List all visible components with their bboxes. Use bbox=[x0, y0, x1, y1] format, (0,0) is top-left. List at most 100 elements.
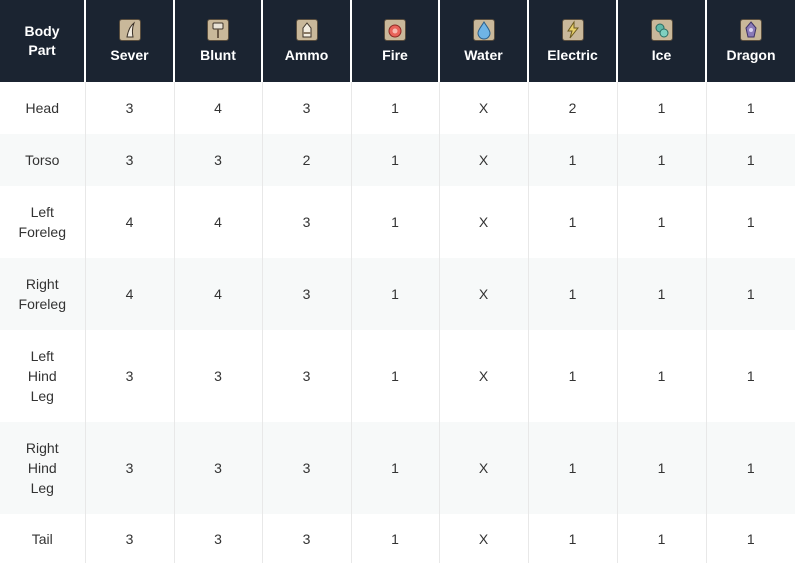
value-cell-ammo: 3 bbox=[262, 514, 352, 563]
column-label-electric: Electric bbox=[547, 47, 598, 63]
value-cell-dragon: 1 bbox=[706, 82, 795, 134]
blunt-icon bbox=[207, 19, 229, 41]
water-icon bbox=[472, 19, 495, 41]
value-cell-dragon: 1 bbox=[706, 422, 795, 514]
body-part-text: Hind bbox=[27, 368, 57, 384]
value-cell-blunt: 4 bbox=[174, 186, 263, 258]
value-cell-blunt: 4 bbox=[174, 82, 263, 134]
body-part-text: Foreleg bbox=[18, 224, 66, 240]
value-cell-ice: 1 bbox=[617, 82, 707, 134]
column-header-water: Water bbox=[439, 0, 529, 82]
value-cell-ammo: 3 bbox=[262, 186, 352, 258]
weakness-table: Body Part Sever Blunt Ammo Fire Water El… bbox=[0, 0, 795, 563]
value-cell-ice: 1 bbox=[617, 514, 707, 563]
body-part-cell: Tail bbox=[0, 514, 86, 563]
value-cell-blunt: 3 bbox=[174, 514, 263, 563]
dragon-icon bbox=[740, 19, 762, 41]
value-cell-ammo: 3 bbox=[262, 422, 352, 514]
electric-icon bbox=[561, 19, 584, 41]
value-cell-electric: 1 bbox=[528, 186, 618, 258]
value-cell-ice: 1 bbox=[617, 258, 707, 330]
value-cell-water: X bbox=[439, 330, 529, 422]
column-header-blunt: Blunt bbox=[174, 0, 263, 82]
body-part-text: Torso bbox=[25, 152, 60, 168]
column-header-dragon: Dragon bbox=[706, 0, 795, 82]
body-part-header: Body Part bbox=[0, 0, 86, 82]
body-part-text: Hind bbox=[27, 460, 57, 476]
column-header-electric: Electric bbox=[528, 0, 618, 82]
body-part-text: Leg bbox=[30, 388, 54, 404]
value-cell-electric: 1 bbox=[528, 258, 618, 330]
table-row: Head 3 4 3 1 X 2 1 1 bbox=[0, 82, 795, 134]
body-part-cell: Left Foreleg bbox=[0, 186, 86, 258]
value-cell-ammo: 2 bbox=[262, 134, 352, 186]
value-cell-fire: 1 bbox=[351, 134, 440, 186]
column-header-ice: Ice bbox=[617, 0, 707, 82]
column-label-blunt: Blunt bbox=[200, 47, 236, 63]
value-cell-ammo: 3 bbox=[262, 258, 352, 330]
value-cell-dragon: 1 bbox=[706, 186, 795, 258]
value-cell-ammo: 3 bbox=[262, 330, 352, 422]
column-label-ammo: Ammo bbox=[284, 47, 329, 63]
value-cell-water: X bbox=[439, 422, 529, 514]
value-cell-ice: 1 bbox=[617, 134, 707, 186]
body-part-cell: Right Foreleg bbox=[0, 258, 86, 330]
body-part-text: Right bbox=[25, 276, 59, 292]
value-cell-dragon: 1 bbox=[706, 258, 795, 330]
value-cell-sever: 3 bbox=[85, 422, 175, 514]
body-part-cell: Right Hind Leg bbox=[0, 422, 86, 514]
body-part-header-line2: Part bbox=[28, 42, 56, 58]
table-row: Torso 3 3 2 1 X 1 1 1 bbox=[0, 134, 795, 186]
value-cell-water: X bbox=[439, 134, 529, 186]
value-cell-fire: 1 bbox=[351, 330, 440, 422]
value-cell-water: X bbox=[439, 82, 529, 134]
value-cell-fire: 1 bbox=[351, 186, 440, 258]
body-part-cell: Left Hind Leg bbox=[0, 330, 86, 422]
column-label-sever: Sever bbox=[110, 47, 149, 63]
column-header-ammo: Ammo bbox=[262, 0, 352, 82]
value-cell-sever: 3 bbox=[85, 82, 175, 134]
table-row: Right Foreleg 4 4 3 1 X 1 1 1 bbox=[0, 258, 795, 330]
body-part-cell: Torso bbox=[0, 134, 86, 186]
value-cell-ice: 1 bbox=[617, 422, 707, 514]
value-cell-sever: 4 bbox=[85, 186, 175, 258]
value-cell-electric: 2 bbox=[528, 82, 618, 134]
value-cell-blunt: 4 bbox=[174, 258, 263, 330]
value-cell-ice: 1 bbox=[617, 186, 707, 258]
body-part-cell: Head bbox=[0, 82, 86, 134]
column-label-ice: Ice bbox=[651, 47, 672, 63]
value-cell-blunt: 3 bbox=[174, 422, 263, 514]
fire-icon bbox=[384, 19, 406, 41]
value-cell-dragon: 1 bbox=[706, 330, 795, 422]
column-header-fire: Fire bbox=[351, 0, 440, 82]
column-label-fire: Fire bbox=[382, 47, 408, 63]
value-cell-dragon: 1 bbox=[706, 134, 795, 186]
sever-icon bbox=[118, 19, 141, 41]
body-part-text: Left bbox=[30, 348, 54, 364]
value-cell-water: X bbox=[439, 514, 529, 563]
ice-icon bbox=[650, 19, 673, 41]
value-cell-sever: 3 bbox=[85, 330, 175, 422]
body-part-text: Leg bbox=[30, 480, 54, 496]
body-part-text: Right bbox=[25, 440, 59, 456]
body-part-text: Head bbox=[25, 100, 59, 116]
value-cell-fire: 1 bbox=[351, 258, 440, 330]
value-cell-water: X bbox=[439, 258, 529, 330]
value-cell-electric: 1 bbox=[528, 514, 618, 563]
value-cell-sever: 3 bbox=[85, 514, 175, 563]
value-cell-blunt: 3 bbox=[174, 134, 263, 186]
column-header-sever: Sever bbox=[85, 0, 175, 82]
column-label-water: Water bbox=[464, 47, 503, 63]
value-cell-water: X bbox=[439, 186, 529, 258]
value-cell-fire: 1 bbox=[351, 422, 440, 514]
value-cell-fire: 1 bbox=[351, 82, 440, 134]
value-cell-blunt: 3 bbox=[174, 330, 263, 422]
value-cell-dragon: 1 bbox=[706, 514, 795, 563]
ammo-icon bbox=[295, 19, 318, 41]
value-cell-electric: 1 bbox=[528, 134, 618, 186]
value-cell-sever: 3 bbox=[85, 134, 175, 186]
body-part-text: Left bbox=[30, 204, 54, 220]
value-cell-ice: 1 bbox=[617, 330, 707, 422]
value-cell-sever: 4 bbox=[85, 258, 175, 330]
value-cell-ammo: 3 bbox=[262, 82, 352, 134]
